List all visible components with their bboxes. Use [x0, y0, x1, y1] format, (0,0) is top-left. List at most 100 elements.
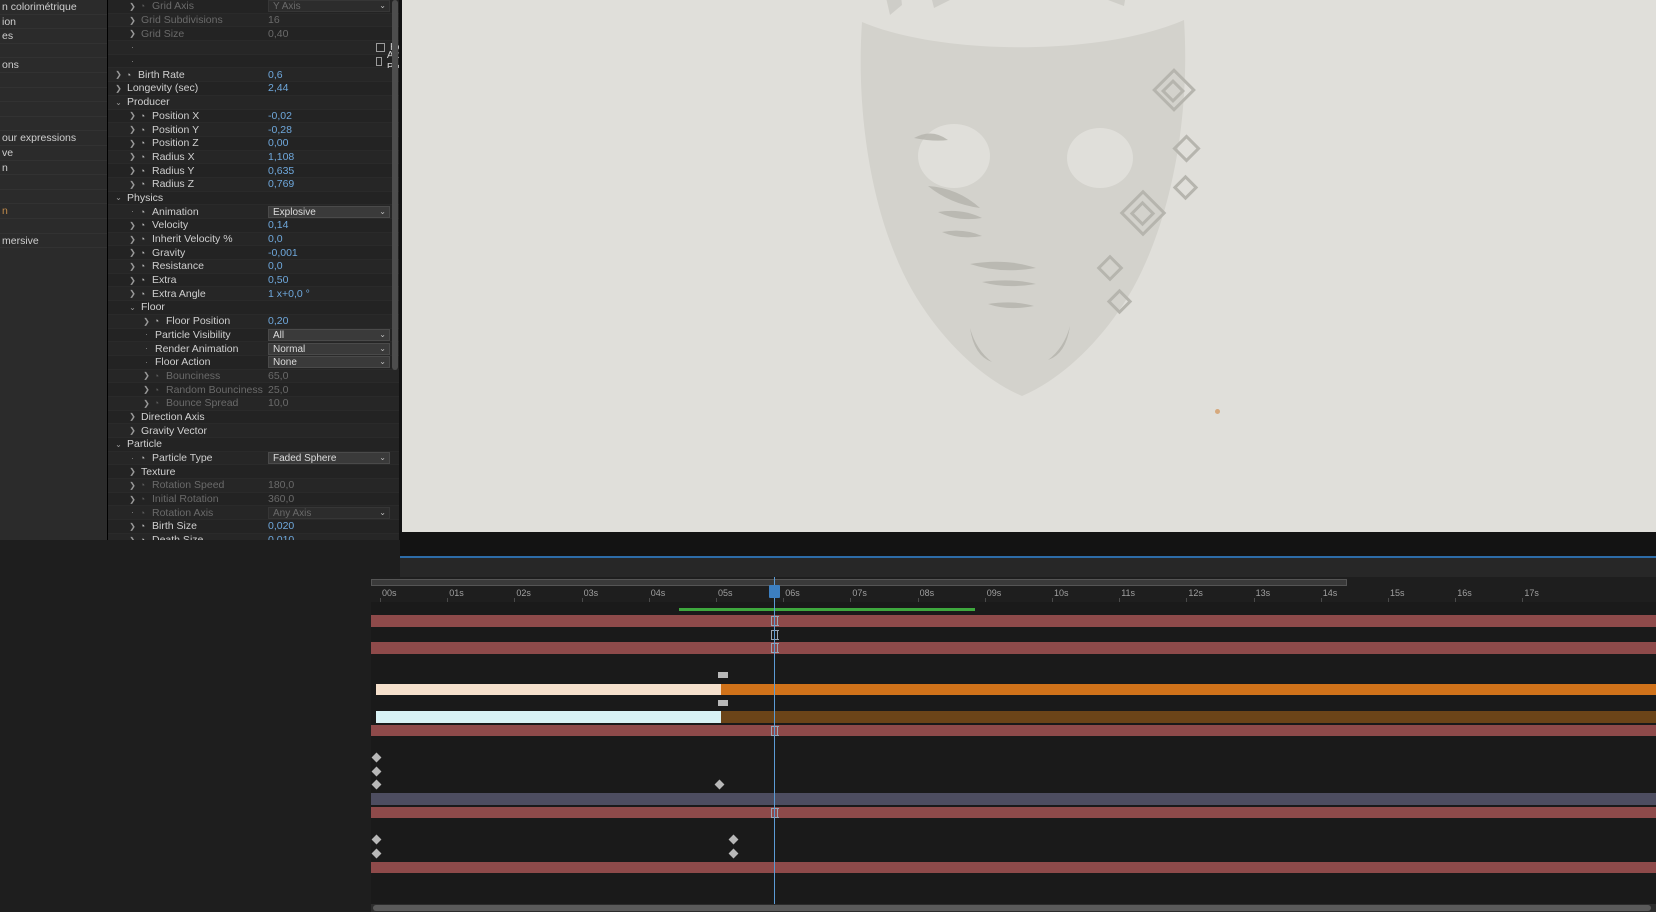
track-row[interactable] — [371, 724, 1656, 738]
chevron-right-icon[interactable]: ❯ — [128, 111, 137, 120]
chevron-right-icon[interactable]: ❯ — [128, 262, 137, 271]
effect-row-extra-angle[interactable]: ❯ ◔ Extra Angle 1 x+0,0 ° — [108, 287, 399, 302]
effect-row-direction-axis[interactable]: ❯ Direction Axis — [108, 411, 399, 425]
track-row[interactable] — [371, 669, 1656, 683]
effect-row-bounce-spread[interactable]: ❯ ◔ Bounce Spread 10,0 — [108, 396, 399, 411]
property-value-bar[interactable] — [721, 710, 1656, 723]
effect-property-value[interactable]: 0,14 — [268, 219, 288, 231]
stopwatch-icon[interactable]: ◔ — [137, 521, 148, 531]
stopwatch-icon[interactable]: ◔ — [137, 220, 148, 230]
current-time-indicator-head[interactable] — [769, 585, 780, 598]
chevron-right-icon[interactable]: ❯ — [128, 221, 137, 230]
effect-row-radius-y[interactable]: ❯ ◔ Radius Y 0,635 — [108, 164, 399, 178]
chevron-right-icon[interactable]: ❯ — [128, 289, 137, 298]
keyframe[interactable] — [371, 848, 382, 859]
stopwatch-icon[interactable]: ◔ — [137, 261, 148, 271]
layer-duration-bar[interactable] — [371, 642, 1656, 655]
track-row[interactable] — [371, 751, 1656, 765]
chevron-down-icon[interactable]: ⌄ — [114, 193, 123, 202]
chevron-right-icon[interactable]: ❯ — [128, 235, 137, 244]
keyframe[interactable] — [728, 848, 739, 859]
stopwatch-icon[interactable]: ◔ — [137, 138, 148, 148]
effect-row-physics[interactable]: ⌄ Physics — [108, 192, 399, 206]
effect-row-particle[interactable]: ⌄ Particle — [108, 438, 399, 452]
chevron-right-icon[interactable]: ❯ — [128, 522, 137, 531]
track-row[interactable] — [371, 833, 1656, 847]
stopwatch-icon[interactable]: ◔ — [137, 179, 148, 189]
timeline-horizontal-scrollbar[interactable] — [371, 904, 1656, 912]
composition-viewer[interactable] — [400, 0, 1656, 556]
keyframe[interactable] — [714, 779, 725, 790]
effect-property-value[interactable]: 0,6 — [268, 69, 283, 81]
track-row[interactable] — [371, 696, 1656, 710]
chevron-right-icon[interactable]: ❯ — [128, 412, 137, 421]
effect-property-value[interactable]: -0,001 — [268, 247, 298, 259]
effect-row-velocity[interactable]: ❯ ◔ Velocity 0,14 — [108, 219, 399, 233]
chevron-right-icon[interactable]: ❯ — [142, 399, 151, 408]
effect-row-inherit-velocity-[interactable]: ❯ ◔ Inherit Velocity % 0,0 — [108, 232, 399, 247]
chevron-right-icon[interactable]: ❯ — [142, 317, 151, 326]
menu-item-11[interactable]: n — [0, 161, 107, 176]
track-row[interactable] — [371, 628, 1656, 642]
menu-item-10[interactable]: ve — [0, 146, 107, 161]
layer-duration-bar[interactable] — [376, 710, 721, 723]
stopwatch-icon[interactable]: ◔ — [137, 453, 148, 463]
keyframe[interactable] — [722, 699, 728, 706]
effect-property-value[interactable]: 2,44 — [268, 82, 288, 94]
effect-row-position-z[interactable]: ❯ ◔ Position Z 0,00 — [108, 137, 399, 151]
effect-row-position-x[interactable]: ❯ ◔ Position X -0,02 — [108, 110, 399, 124]
effect-property-value[interactable]: 1,108 — [268, 151, 294, 163]
effect-row-death-size[interactable]: ❯◔ Death Size 0,010 — [108, 533, 399, 540]
chevron-right-icon[interactable]: ❯ — [128, 125, 137, 134]
stopwatch-icon[interactable]: ◔ — [137, 275, 148, 285]
keyframe[interactable] — [371, 752, 382, 763]
stopwatch-icon[interactable]: ◔ — [137, 207, 148, 217]
stopwatch-icon[interactable]: ◔ — [151, 385, 162, 395]
chevron-right-icon[interactable]: ❯ — [114, 70, 123, 79]
effect-property-value[interactable]: -0,02 — [268, 110, 292, 122]
chevron-right-icon[interactable]: ❯ — [128, 180, 137, 189]
effect-row-birth-rate[interactable]: ❯ ◔ Birth Rate 0,6 — [108, 68, 399, 83]
effect-row-rotation-speed[interactable]: ❯ ◔ Rotation Speed 180,0 — [108, 479, 399, 493]
effects-vertical-scrollbar[interactable] — [392, 0, 398, 370]
effect-row-random-bounciness[interactable]: ❯ ◔ Random Bounciness 25,0 — [108, 383, 399, 397]
layer-duration-bar[interactable] — [371, 793, 1656, 805]
effect-row-grid-axis[interactable]: ❯ ◔ Grid Axis Y Axis ⌄ — [108, 0, 399, 14]
effect-dropdown[interactable]: Y Axis ⌄ — [268, 0, 390, 13]
chevron-down-icon[interactable]: ⌄ — [114, 98, 123, 107]
menu-item-14[interactable]: n — [0, 204, 107, 219]
menu-dropdown-panel[interactable]: n colorimétrique ion es ons our expressions v… — [0, 0, 108, 540]
time-ruler[interactable]: 00s 01s 02s 03s 04s 05s 06s 07s 08s 09s 10s 11s 12s 1… — [371, 577, 1656, 602]
effect-dropdown[interactable]: None ⌄ — [268, 356, 390, 369]
effect-row-grid-subdivisions[interactable]: ❯ Grid Subdivisions 16 — [108, 13, 399, 28]
stopwatch-icon[interactable]: ◔ — [137, 508, 148, 518]
menu-item-9[interactable]: our expressions — [0, 131, 107, 146]
menu-item-15[interactable] — [0, 219, 107, 234]
track-row[interactable] — [371, 806, 1656, 820]
track-row[interactable] — [371, 861, 1656, 875]
keyframe[interactable] — [728, 834, 739, 845]
timeline-graph-area[interactable]: 00s 01s 02s 03s 04s 05s 06s 07s 08s 09s 10s 11s 12s 1… — [371, 577, 1656, 912]
stopwatch-icon[interactable]: ◔ — [151, 316, 162, 326]
layer-duration-bar[interactable] — [376, 683, 721, 696]
chevron-right-icon[interactable]: ❯ — [128, 248, 137, 257]
chevron-down-icon[interactable]: ⌄ — [114, 440, 123, 449]
effect-property-value[interactable]: -0,28 — [268, 124, 292, 136]
chevron-right-icon[interactable]: ❯ — [128, 276, 137, 285]
effect-row-rotation-axis[interactable]: · ◔ Rotation Axis Any Axis ⌄ — [108, 506, 399, 521]
chevron-right-icon[interactable]: ❯ — [128, 152, 137, 161]
chevron-right-icon[interactable]: ❯ — [128, 166, 137, 175]
effect-row-birth-size[interactable]: ❯ ◔ Birth Size 0,020 — [108, 520, 399, 534]
stopwatch-icon[interactable]: ◔ — [123, 70, 134, 80]
stopwatch-icon[interactable]: ◔ — [137, 166, 148, 176]
track-row[interactable] — [371, 765, 1656, 779]
menu-item-6[interactable] — [0, 88, 107, 103]
timeline-scroll-thumb[interactable] — [373, 905, 1651, 911]
menu-item-3[interactable] — [0, 44, 107, 59]
chevron-right-icon[interactable]: ❯ — [128, 467, 137, 476]
keyframe[interactable] — [371, 766, 382, 777]
stopwatch-icon[interactable]: ◔ — [151, 371, 162, 381]
layer-duration-bar[interactable] — [371, 861, 1656, 874]
menu-item-8[interactable] — [0, 117, 107, 132]
chevron-right-icon[interactable]: ❯ — [128, 2, 137, 11]
